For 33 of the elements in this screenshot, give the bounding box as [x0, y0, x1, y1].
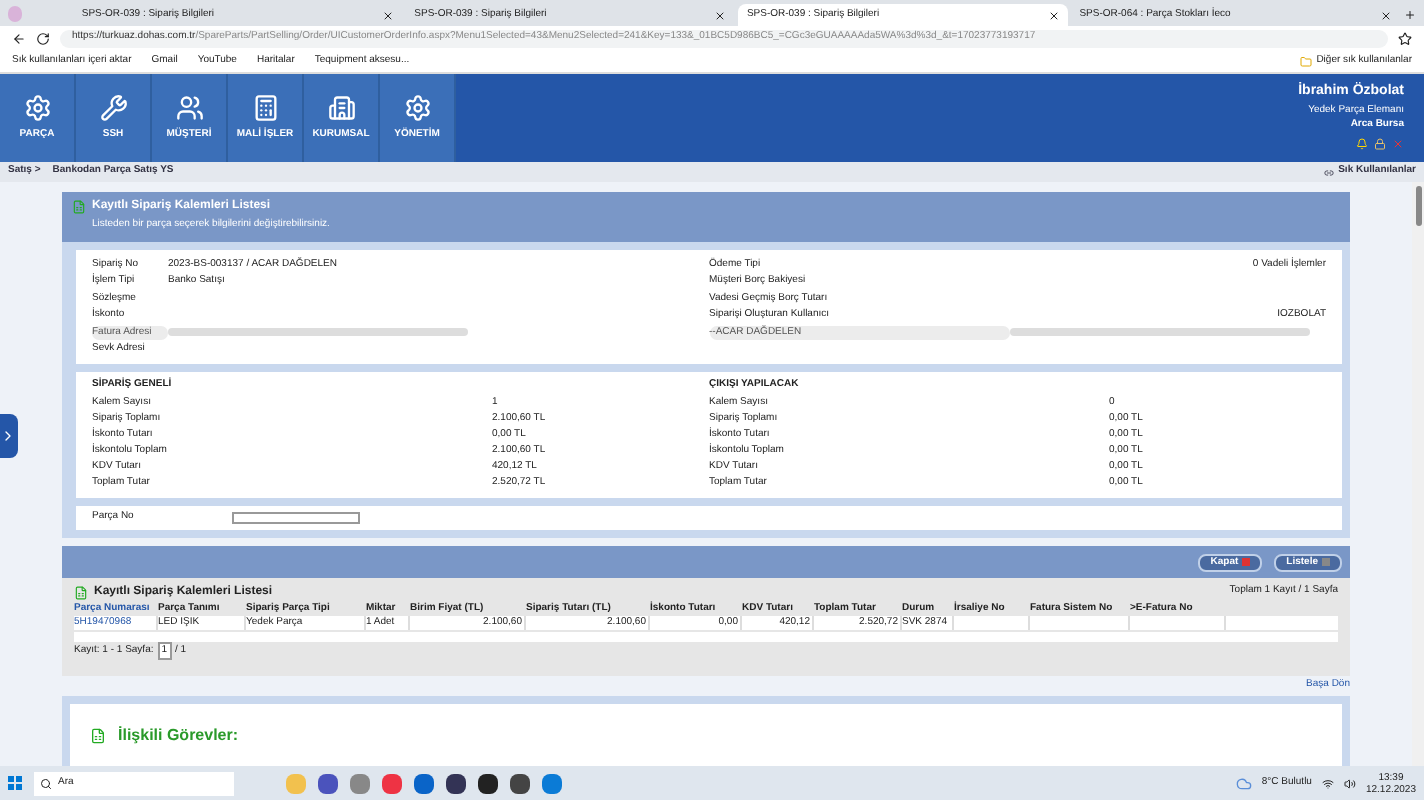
document-icon: [72, 200, 86, 214]
spreadsheet-icon: [74, 585, 88, 599]
nav-icon: [251, 93, 279, 122]
vertical-scrollbar[interactable]: [1412, 182, 1424, 766]
wifi-icon: [1321, 777, 1334, 789]
close-icon[interactable]: [1380, 9, 1392, 21]
related-title: İlişkili Görevler:: [118, 723, 239, 747]
link-icon: [1324, 167, 1335, 177]
folder-icon: [1300, 55, 1313, 67]
button-icon: [1322, 558, 1330, 566]
refresh-icon[interactable]: [36, 31, 50, 45]
close-icon[interactable]: [1047, 9, 1060, 21]
side-toggle[interactable]: [0, 414, 18, 458]
favorite-star-icon[interactable]: [1398, 31, 1412, 45]
nav-icon: [403, 93, 431, 122]
nav-icon: [175, 93, 203, 122]
close-icon[interactable]: [714, 9, 727, 21]
part-number-input[interactable]: [232, 512, 360, 524]
lock-icon[interactable]: [1374, 137, 1386, 149]
search-icon: [40, 777, 52, 789]
button-icon: [1242, 558, 1251, 566]
volume-icon: [1343, 777, 1356, 789]
nav-icon: [99, 93, 127, 122]
bell-icon[interactable]: [1356, 137, 1368, 149]
close-icon[interactable]: [382, 9, 395, 21]
nav-icon: [327, 93, 355, 122]
cloud-icon: [1235, 775, 1252, 791]
nav-icon: [23, 93, 51, 122]
new-tab-icon[interactable]: [1404, 8, 1417, 22]
tasks-icon: [90, 727, 106, 743]
chevron-icon: [0, 428, 16, 444]
back-icon[interactable]: [12, 31, 26, 45]
windows-start-icon[interactable]: [8, 776, 22, 790]
